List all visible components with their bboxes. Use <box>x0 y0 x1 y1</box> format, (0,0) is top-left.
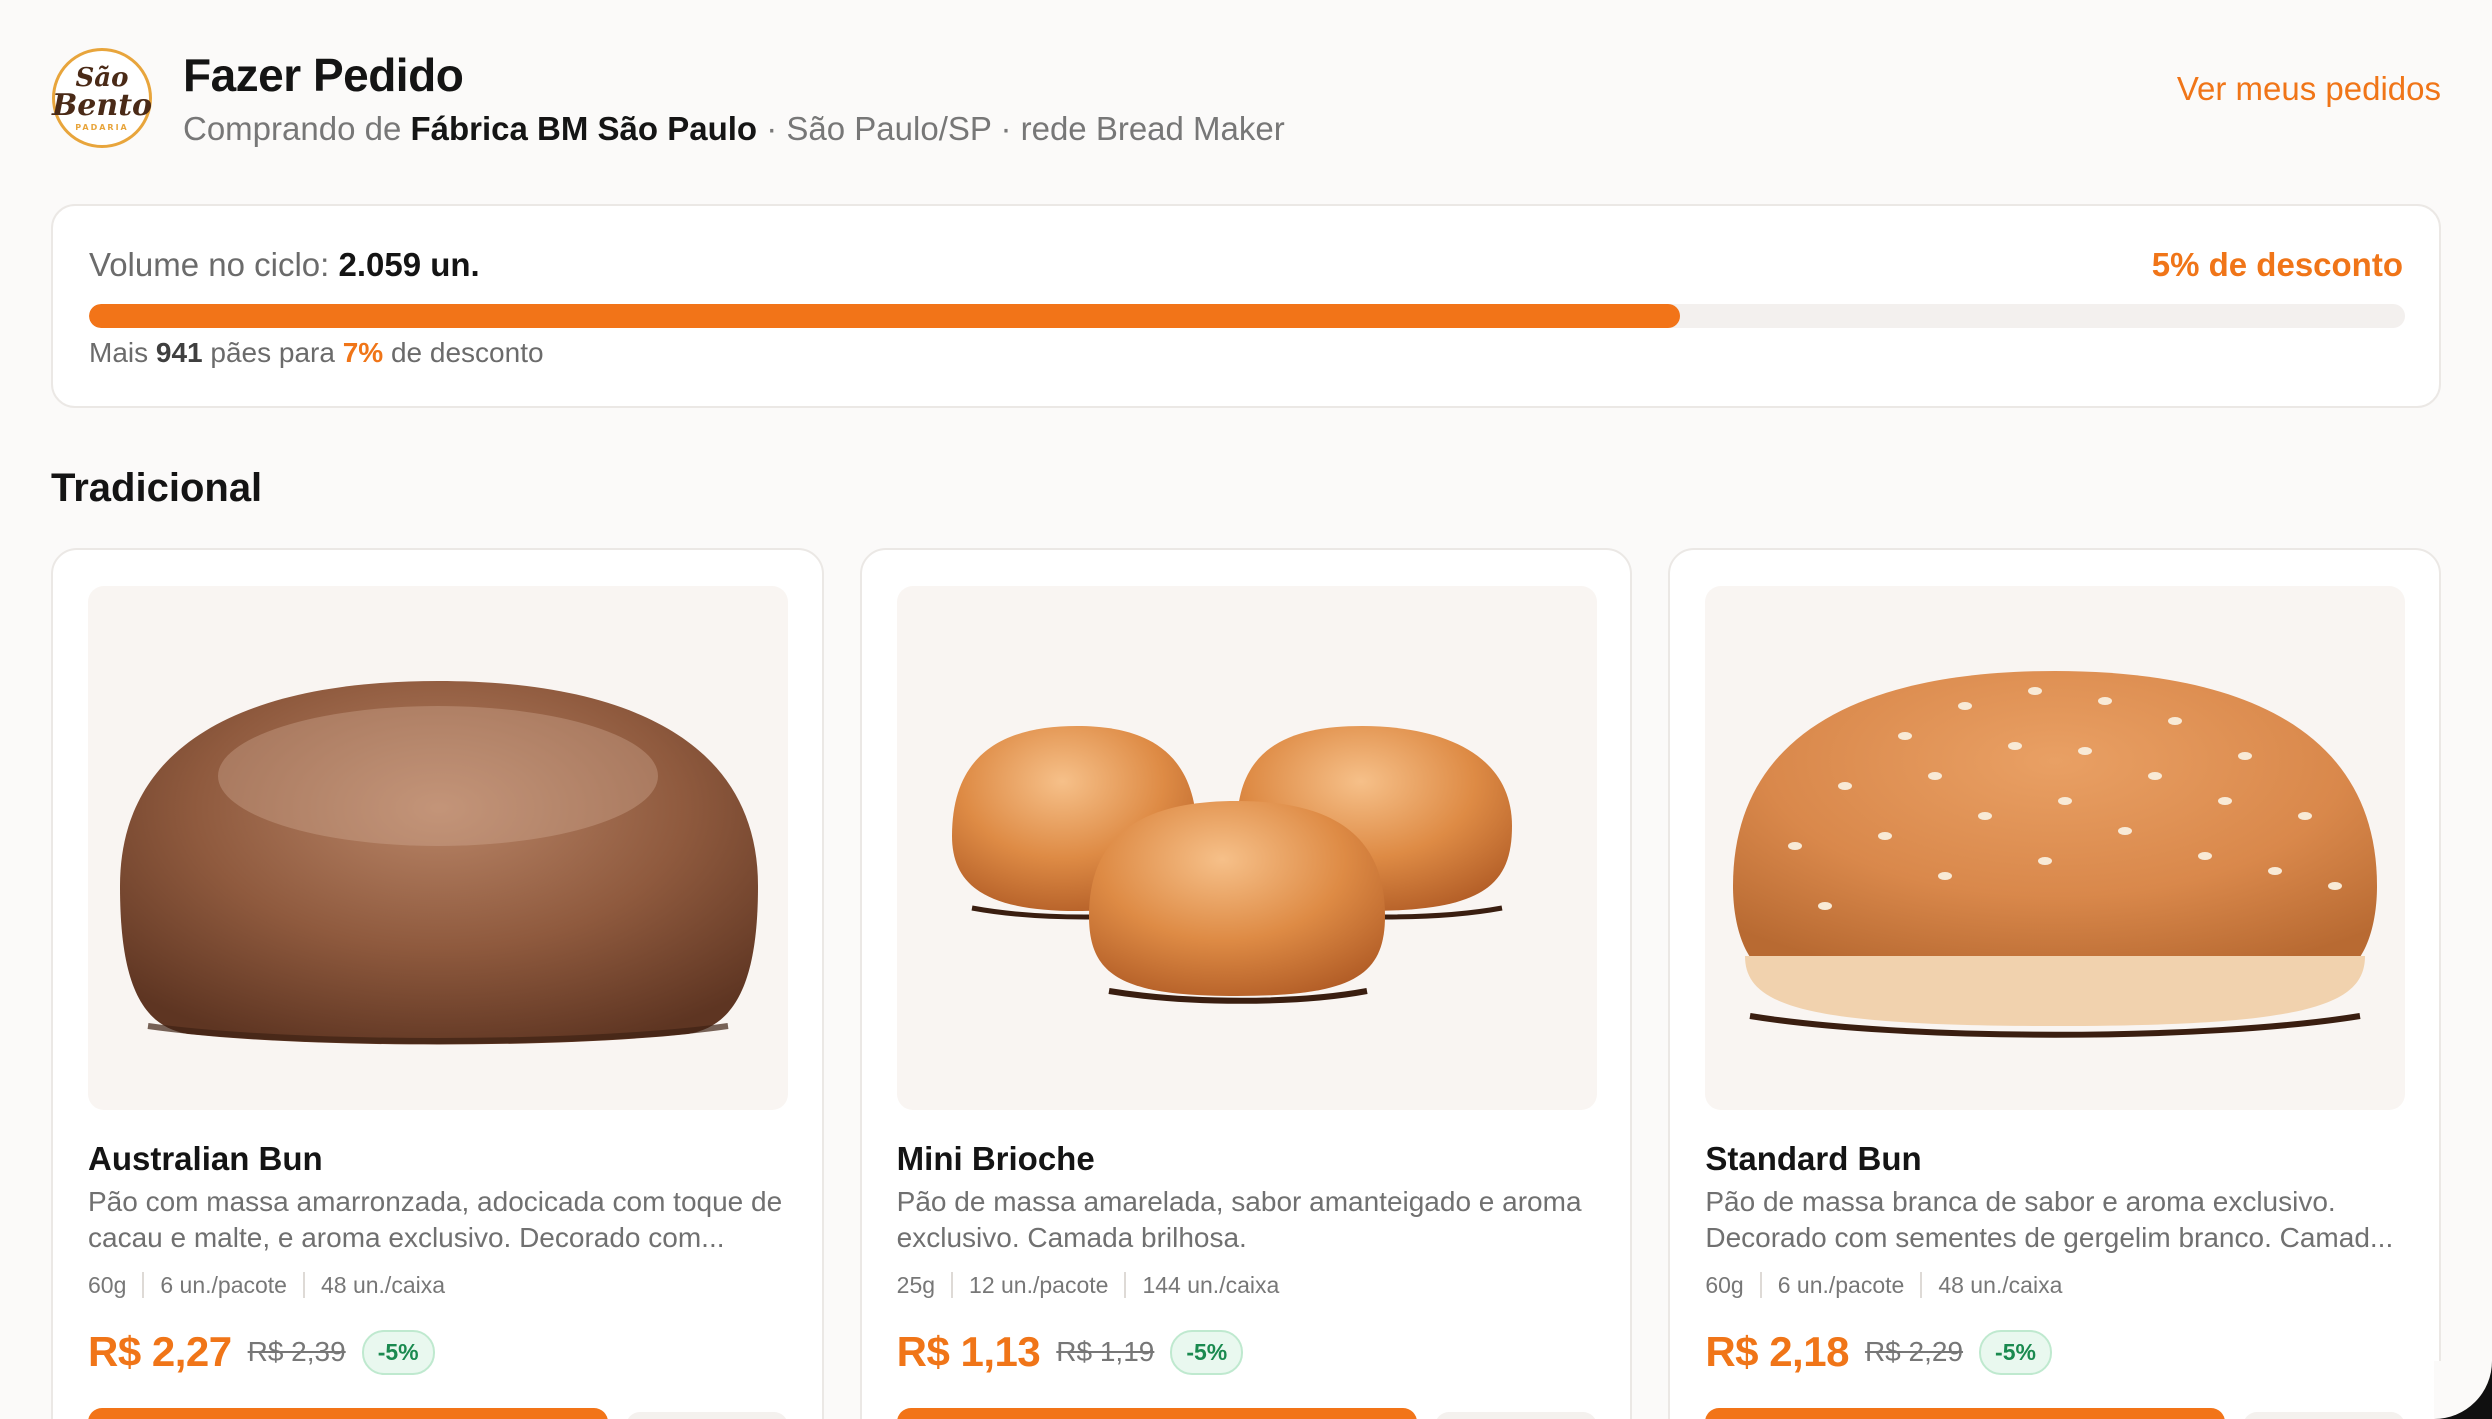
hint-count: 941 <box>155 337 203 368</box>
product-units-per-box: 48 un./caixa <box>302 1272 461 1298</box>
product-name: Mini Brioche <box>896 1140 1095 1177</box>
product-weight: 60g <box>88 1272 127 1298</box>
standard-bun-image-svg <box>1733 671 2378 1038</box>
secondary-action-button[interactable] <box>2243 1412 2406 1419</box>
hint-suffix: de desconto <box>383 337 544 368</box>
product-grid: Australian Bun Pão com massa amarronzada… <box>51 548 2442 1419</box>
logo-text-line2: Bento <box>51 87 153 123</box>
product-description: Pão de massa branca de sabor e aroma exc… <box>1705 1186 2394 1253</box>
product-old-price: R$ 2,39 <box>247 1336 346 1367</box>
product-card[interactable]: Standard Bun Pão de massa branca de sabo… <box>1668 548 2442 1419</box>
mini-brioche-image-svg <box>951 726 1512 1004</box>
discount-badge: -5% <box>1170 1329 1244 1375</box>
order-page: São Bento PADARIA Fazer Pedido Comprando… <box>51 0 2442 1419</box>
product-units-per-pack: 12 un./pacote <box>951 1272 1124 1298</box>
section-title: Tradicional <box>51 466 263 510</box>
volume-value: 2.059 un. <box>338 246 480 283</box>
page-title: Fazer Pedido <box>183 49 464 101</box>
product-weight: 60g <box>1705 1272 1744 1298</box>
product-name: Standard Bun <box>1705 1140 1922 1177</box>
product-price: R$ 1,13 <box>896 1328 1041 1375</box>
product-price: R$ 2,18 <box>1705 1328 1849 1375</box>
supplier-info: Comprando de Fábrica BM São Paulo · São … <box>183 110 1285 148</box>
volume-progress-fill <box>89 304 1681 328</box>
current-discount: 5% de desconto <box>2151 246 2403 283</box>
product-units-per-pack: 6 un./pacote <box>142 1272 303 1298</box>
standard-bun-image <box>1705 586 2406 1110</box>
hint-mid: pães para <box>202 337 343 368</box>
australian-bun-image-svg <box>120 681 758 1045</box>
volume-progress-bar <box>89 304 2405 328</box>
product-units-per-box: 48 un./caixa <box>1920 1272 2078 1298</box>
supplier-prefix: Comprando de <box>183 110 411 147</box>
australian-bun-image <box>88 586 788 1110</box>
product-name: Australian Bun <box>88 1140 323 1177</box>
page-header: São Bento PADARIA Fazer Pedido Comprando… <box>51 0 2441 200</box>
product-description: Pão com massa amarronzada, adocicada com… <box>88 1186 783 1253</box>
logo-text-line1: São <box>75 62 129 93</box>
product-units-per-box: 144 un./caixa <box>1124 1272 1295 1298</box>
product-specs: 25g 12 un./pacote 144 un./caixa <box>897 1272 1296 1298</box>
supplier-location: · São Paulo/SP · rede Bread Maker <box>757 110 1285 147</box>
next-discount-hint: Mais 941 pães para 7% de desconto <box>89 337 544 369</box>
window-corner <box>2434 1361 2492 1419</box>
secondary-action-button[interactable] <box>626 1412 788 1419</box>
logo-text-line3: PADARIA <box>75 122 129 132</box>
product-specs: 60g 6 un./pacote 48 un./caixa <box>88 1272 461 1298</box>
product-card[interactable]: Australian Bun Pão com massa amarronzada… <box>51 548 824 1419</box>
discount-badge: -5% <box>1979 1329 2052 1375</box>
product-specs: 60g 6 un./pacote 48 un./caixa <box>1705 1272 2078 1298</box>
add-to-order-button[interactable] <box>1705 1408 2226 1419</box>
factory-name: Fábrica BM São Paulo <box>410 110 758 147</box>
product-old-price: R$ 1,19 <box>1056 1336 1155 1367</box>
price-row: R$ 1,13 R$ 1,19 -5% <box>897 1328 1244 1376</box>
view-my-orders-link[interactable]: Ver meus pedidos <box>2177 70 2441 108</box>
brand-logo: São Bento PADARIA <box>52 48 152 148</box>
add-to-order-button[interactable] <box>88 1408 608 1419</box>
price-row: R$ 2,18 R$ 2,29 -5% <box>1705 1328 2052 1376</box>
volume-panel: Volume no ciclo: 2.059 un. 5% de descont… <box>51 204 2441 408</box>
mini-brioche-image <box>896 586 1597 1110</box>
add-to-order-button[interactable] <box>896 1408 1417 1419</box>
product-old-price: R$ 2,29 <box>1864 1336 1964 1367</box>
product-units-per-pack: 6 un./pacote <box>1759 1272 1921 1298</box>
product-description: Pão de massa amarelada, sabor amanteigad… <box>896 1186 1582 1253</box>
hint-next-discount: 7% <box>342 337 384 368</box>
secondary-action-button[interactable] <box>1434 1412 1597 1419</box>
price-row: R$ 2,27 R$ 2,39 -5% <box>88 1328 435 1376</box>
volume-label-text: Volume no ciclo: <box>89 246 330 283</box>
hint-prefix: Mais <box>89 337 156 368</box>
discount-badge: -5% <box>361 1329 435 1375</box>
product-weight: 25g <box>896 1272 936 1298</box>
product-card[interactable]: Mini Brioche Pão de massa amarelada, sab… <box>859 548 1633 1419</box>
product-price: R$ 2,27 <box>88 1328 232 1375</box>
volume-label: Volume no ciclo: 2.059 un. <box>89 246 480 284</box>
